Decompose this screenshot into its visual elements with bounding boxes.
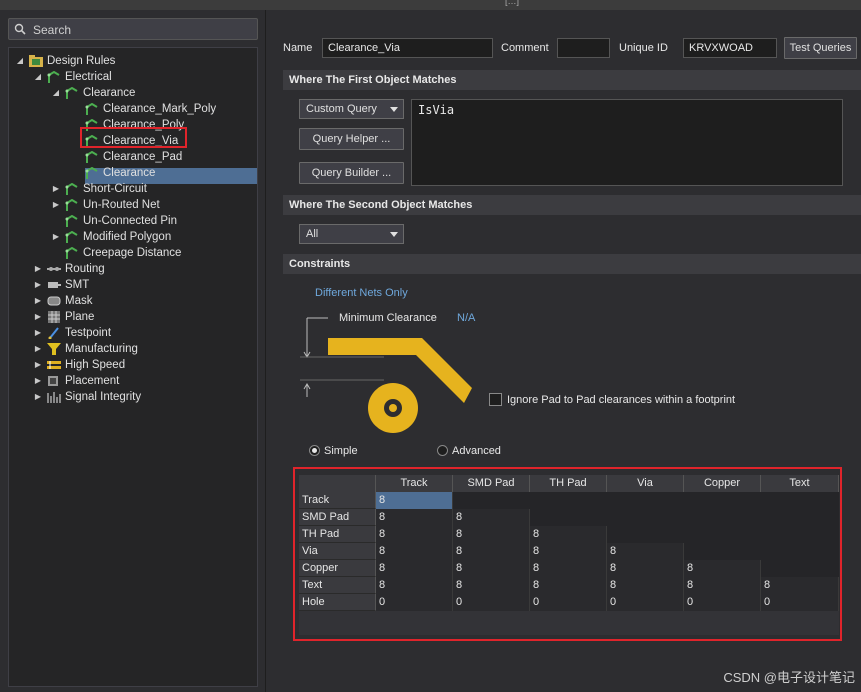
ignore-pad-checkbox[interactable] <box>489 393 502 406</box>
advanced-label: Advanced <box>452 445 501 457</box>
clearance-rule-icon <box>85 103 98 115</box>
un-routed-net-rule-icon <box>65 199 78 211</box>
via-hole-ring <box>389 404 397 412</box>
clearance-rule-icon <box>65 87 78 99</box>
expand-arrow-icon[interactable]: ▶ <box>33 341 43 357</box>
tree-label: Electrical <box>65 71 112 83</box>
constraints-section-header: Constraints <box>283 254 861 274</box>
advanced-radio[interactable] <box>437 445 448 456</box>
second-object-combo[interactable]: All <box>299 224 404 244</box>
expand-arrow-icon[interactable]: ◢ <box>15 53 25 69</box>
high-speed-icon <box>47 361 61 369</box>
short-circuit-rule-icon <box>65 183 78 195</box>
expand-arrow-icon[interactable]: ▶ <box>33 325 43 341</box>
modified-polygon-rule-icon <box>65 231 78 243</box>
search-input[interactable]: Search <box>8 18 258 40</box>
search-icon <box>14 23 26 35</box>
tree-label: Routing <box>65 263 105 275</box>
search-label: Search <box>33 23 72 37</box>
unique-id-field[interactable]: KRVXWOAD <box>683 38 777 58</box>
different-nets-label[interactable]: Different Nets Only <box>315 287 408 299</box>
title-strip: […] <box>0 0 861 10</box>
expand-arrow-icon[interactable]: ▶ <box>33 373 43 389</box>
first-object-section-header: Where The First Object Matches <box>283 70 861 90</box>
tree-label: Clearance_Mark_Poly <box>103 103 217 115</box>
routing-icon <box>47 267 61 271</box>
expand-arrow-icon[interactable]: ▶ <box>33 309 43 325</box>
tree-label: Testpoint <box>65 327 112 339</box>
plane-icon <box>48 311 60 323</box>
annotation-highlight-box <box>80 127 187 148</box>
watermark: CSDN @电子设计笔记 <box>723 670 855 685</box>
tree-label: Clearance <box>103 167 156 179</box>
smt-icon <box>48 282 61 288</box>
ignore-pad-label: Ignore Pad to Pad clearances within a fo… <box>507 394 736 406</box>
expand-arrow-icon[interactable]: ▶ <box>51 181 61 197</box>
design-rules-folder-icon <box>29 55 43 67</box>
tree-label: Plane <box>65 311 95 323</box>
name-label: Name <box>283 42 313 54</box>
tree-label: Modified Polygon <box>83 231 172 243</box>
un-connected-pin-rule-icon <box>65 215 78 227</box>
tree-label: Mask <box>65 295 93 307</box>
simple-label: Simple <box>324 445 358 457</box>
expand-arrow-icon[interactable]: ▶ <box>51 229 61 245</box>
expand-arrow-icon[interactable]: ▶ <box>33 277 43 293</box>
expand-arrow-icon[interactable]: ▶ <box>51 197 61 213</box>
unique-id-label: Unique ID <box>619 42 668 54</box>
tree-label: Placement <box>65 375 120 387</box>
electrical-rule-icon <box>47 71 60 83</box>
tree-label: SMT <box>65 279 90 291</box>
expand-arrow-icon[interactable]: ▶ <box>33 357 43 373</box>
matrix-annotation-highlight-box <box>293 467 842 641</box>
rule-name-field[interactable]: Clearance_Via <box>322 38 493 58</box>
testpoint-icon <box>48 327 59 339</box>
query-helper-button[interactable]: Query Helper ... <box>299 128 404 150</box>
tree-label: Clearance <box>83 87 136 99</box>
signal-integrity-icon <box>47 392 61 403</box>
clearance-rule-icon <box>85 167 98 179</box>
tree-label: Un-Routed Net <box>83 199 160 211</box>
combo-value: Custom Query <box>306 103 377 115</box>
query-editor[interactable]: IsVia <box>411 99 843 186</box>
expand-arrow-icon[interactable]: ▶ <box>33 261 43 277</box>
tree-label: Un-Connected Pin <box>83 215 177 227</box>
expand-arrow-icon[interactable]: ◢ <box>33 69 43 85</box>
manufacturing-icon <box>47 343 61 355</box>
tree-label: Creepage Distance <box>83 247 182 259</box>
simple-radio[interactable] <box>309 445 320 456</box>
query-builder-button[interactable]: Query Builder ... <box>299 162 404 184</box>
first-object-query-combo[interactable]: Custom Query <box>299 99 404 119</box>
expand-arrow-icon[interactable]: ◢ <box>51 85 61 101</box>
expand-arrow-icon[interactable]: ▶ <box>33 293 43 309</box>
chevron-down-icon <box>390 107 398 112</box>
placement-icon <box>48 376 58 386</box>
tree-label: Clearance_Pad <box>103 151 183 163</box>
tree-label: Design Rules <box>47 55 116 67</box>
chevron-down-icon <box>390 232 398 237</box>
window-title: […] <box>505 0 520 6</box>
creepage-distance-rule-icon <box>65 247 78 259</box>
tree-label: Short-Circuit <box>83 183 147 195</box>
rules-navigator-panel: Search ◢ Design Rules ◢ Electrical ◢ Cle… <box>0 10 266 692</box>
tree-label: High Speed <box>65 359 126 371</box>
comment-field[interactable] <box>557 38 610 58</box>
clearance-rule-icon <box>85 151 98 163</box>
comment-label: Comment <box>501 42 549 54</box>
test-queries-button[interactable]: Test Queries <box>784 37 857 59</box>
second-object-section-header: Where The Second Object Matches <box>283 195 861 215</box>
clearance-diagram <box>300 317 472 433</box>
expand-arrow-icon[interactable]: ▶ <box>33 389 43 405</box>
mask-icon <box>47 296 61 306</box>
combo-value: All <box>306 228 319 240</box>
tree-label: Signal Integrity <box>65 391 142 403</box>
tree-label: Manufacturing <box>65 343 138 355</box>
